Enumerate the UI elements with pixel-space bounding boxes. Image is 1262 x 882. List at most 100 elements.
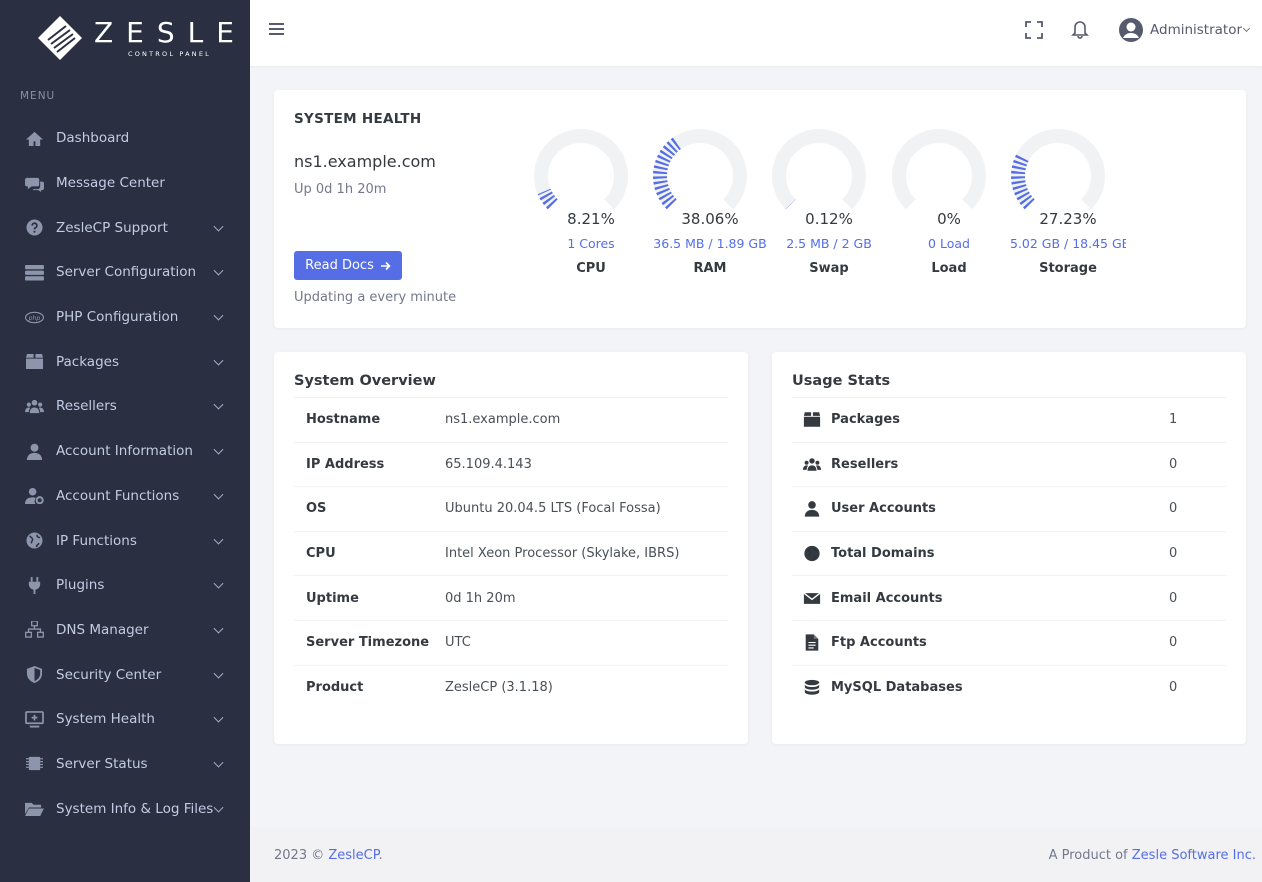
gauge-ram: 38.06% 36.5 MB / 1.89 GB RAM [652,126,768,281]
table-row: Packages 1 [792,397,1226,442]
footer-company-link[interactable]: Zesle Software Inc. [1132,848,1256,863]
gauge-label: Swap [809,261,849,276]
chevron-down-icon [213,757,224,768]
menu-title: MENU [20,90,56,102]
usage-stats-card: Usage Stats Packages 1 Resellers 0 User Acco… [772,352,1246,744]
overview-key: Hostname [306,412,381,428]
gauge-label: Load [931,261,967,276]
overview-key: IP Address [306,456,385,472]
footer: 2023 © ZesleCP. A Product of Zesle Softw… [250,827,1262,882]
sidebar-item-plugins[interactable]: Plugins [0,563,250,608]
sidebar-item-label: Account Functions [56,487,180,504]
chevron-down-icon [213,400,224,411]
usage-label: User Accounts [831,501,936,517]
file-icon [803,634,829,651]
table-row: Ftp Accounts 0 [792,619,1226,665]
chevron-down-icon [213,444,224,455]
gauge-value: 0.12% [805,210,853,228]
sidebar: ZESLE CONTROL PANEL MENU Dashboard Messag… [0,0,250,882]
sidebar-item-php-configuration[interactable]: php PHP Configuration [0,295,250,340]
footer-brand-link[interactable]: ZesleCP [328,848,378,863]
overview-value: ns1.example.com [445,412,561,428]
comments-icon [24,174,45,192]
usage-label: Total Domains [831,546,935,562]
chevron-down-icon [213,489,224,500]
avatar[interactable] [1118,17,1144,43]
table-row: OS Ubuntu 20.04.5 LTS (Focal Fossa) [294,486,728,531]
sidebar-item-label: Server Status [56,755,148,772]
gauge-track [534,129,628,210]
health-uptime: Up 0d 1h 20m [294,182,387,197]
sidebar-item-zeslecp-support[interactable]: ZesleCP Support [0,205,250,250]
envelope-icon [803,590,829,607]
sidebar-item-security-center[interactable]: Security Center [0,652,250,697]
sidebar-item-message-center[interactable]: Message Center [0,161,250,206]
usage-value: 0 [1169,456,1178,472]
footer-year: 2023 © [274,848,325,863]
sidebar-item-system-info-log-files[interactable]: System Info & Log Files [0,786,250,831]
shield-icon [24,666,45,684]
table-row: MySQL Databases 0 [792,664,1226,710]
overview-value: UTC [445,635,471,651]
read-docs-label: Read Docs [305,258,374,273]
sidebar-item-label: ZesleCP Support [56,219,168,236]
usage-label: Ftp Accounts [831,635,927,651]
table-row: Total Domains 0 [792,530,1226,576]
table-row: Server Timezone UTC [294,619,728,665]
usage-label: MySQL Databases [831,679,963,695]
overview-value: Ubuntu 20.04.5 LTS (Focal Fossa) [445,501,661,517]
user-cog-icon [24,487,45,505]
usage-stats-title: Usage Stats [792,373,891,389]
table-row: User Accounts 0 [792,486,1226,531]
brand-logo[interactable]: ZESLE CONTROL PANEL [0,0,250,80]
gauge-track [1011,129,1105,210]
user-icon [24,442,45,460]
bell-icon[interactable] [1071,19,1089,39]
sidebar-item-label: Plugins [56,577,105,594]
gauge-track [892,129,986,210]
gauge-detail: 0 Load [928,236,970,251]
fullscreen-icon[interactable] [1025,21,1043,39]
chevron-down-icon [213,221,224,232]
sidebar-item-ip-functions[interactable]: IP Functions [0,518,250,563]
chevron-down-icon [213,668,224,679]
chevron-down-icon [213,310,224,321]
user-name[interactable]: Administrator [1150,22,1242,38]
system-overview-card: System Overview Hostname ns1.example.com I… [274,352,748,744]
sidebar-item-system-health[interactable]: System Health [0,697,250,742]
globe-icon [803,545,829,562]
chevron-down-icon [213,578,224,589]
usage-label: Resellers [831,456,899,472]
sidebar-item-dns-manager[interactable]: DNS Manager [0,608,250,653]
users-icon [803,456,829,473]
box-icon [24,353,45,371]
sidebar-item-dashboard[interactable]: Dashboard [0,116,250,161]
arrow-right-icon [380,261,391,270]
usage-value: 1 [1169,412,1178,428]
server-icon [24,263,45,281]
box-icon [803,411,829,428]
brand-name: ZESLE [94,16,247,49]
gauge-value: 8.21% [567,210,615,228]
sidebar-item-account-functions[interactable]: Account Functions [0,474,250,519]
sidebar-item-label: Packages [56,353,119,370]
sidebar-item-label: Account Information [56,443,193,460]
gauge-value: 27.23% [1039,210,1097,228]
usage-label: Email Accounts [831,590,943,606]
gauge-value: 0% [937,210,961,228]
read-docs-button[interactable]: Read Docs [294,251,402,280]
usage-value: 0 [1169,590,1178,606]
sidebar-item-server-configuration[interactable]: Server Configuration [0,250,250,295]
menu-toggle-icon[interactable] [269,23,284,35]
gauge-storage: 27.23% 5.02 GB / 18.45 GB Storage [1010,126,1126,281]
chevron-down-icon[interactable] [1242,24,1251,33]
sidebar-item-resellers[interactable]: Resellers [0,384,250,429]
sidebar-item-packages[interactable]: Packages [0,339,250,384]
footer-credit: A Product of Zesle Software Inc. [1049,848,1256,863]
sidebar-item-server-status[interactable]: Server Status [0,742,250,787]
chevron-down-icon [213,712,224,723]
sidebar-item-account-information[interactable]: Account Information [0,429,250,474]
sidebar-item-label: System Health [56,711,155,728]
sidebar-item-label: Dashboard [56,130,130,147]
sidebar-item-label: DNS Manager [56,621,149,638]
